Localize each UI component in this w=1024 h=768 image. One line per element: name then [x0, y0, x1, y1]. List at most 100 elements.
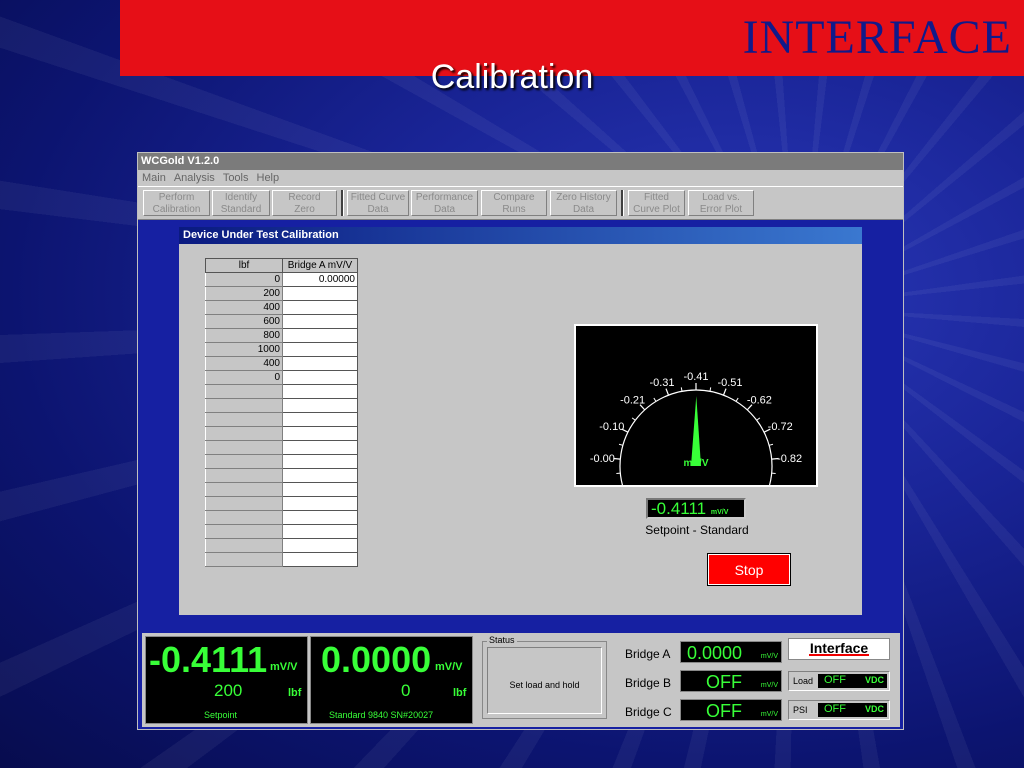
menu-analysis[interactable]: Analysis [174, 172, 215, 184]
meter-dial: 0.10-0.00-0.10-0.21-0.31-0.41-0.51-0.62-… [590, 371, 802, 485]
table-row [205, 440, 358, 455]
perform-calibration-button[interactable]: Perform Calibration [143, 190, 210, 216]
table-row: 600 [205, 314, 358, 329]
bridge-a-label: Bridge A [625, 647, 671, 661]
bottom-status-panel: -0.4111 mV/V 200 lbf Setpoint 0.0000 mV/… [142, 633, 900, 727]
performance-data-button[interactable]: Performance Data [411, 190, 478, 216]
setpoint-load: 200 [214, 681, 243, 700]
grid-cell-bridge-a[interactable] [282, 314, 358, 329]
table-row [205, 538, 358, 553]
grid-cell-bridge-a[interactable] [282, 552, 358, 567]
fitted-curve-data-button[interactable]: Fitted Curve Data [347, 190, 409, 216]
grid-cell-bridge-a[interactable] [282, 356, 358, 371]
grid-cell-bridge-a[interactable] [282, 538, 358, 553]
table-row [205, 398, 358, 413]
grid-cell-lbf [205, 538, 283, 553]
zero-history-data-button[interactable]: Zero History Data [550, 190, 617, 216]
standard-load-unit: lbf [453, 687, 467, 699]
meter-unit-label: mV/V [683, 458, 708, 469]
record-zero-button[interactable]: Record Zero [272, 190, 337, 216]
load-indicator: Load OFF VDC [788, 671, 890, 691]
bridge-c-unit: mV/V [760, 711, 778, 718]
setpoint-load-unit: lbf [288, 687, 302, 699]
load-vs-error-plot-button[interactable]: Load vs. Error Plot [688, 190, 754, 216]
grid-cell-bridge-a[interactable] [282, 342, 358, 357]
identify-standard-button[interactable]: Identify Standard [212, 190, 270, 216]
grid-cell-lbf [205, 384, 283, 399]
grid-cell-bridge-a[interactable] [282, 496, 358, 511]
table-row [205, 384, 358, 399]
grid-cell-bridge-a[interactable] [282, 398, 358, 413]
calibration-grid: lbf Bridge A mV/V 0 0.00000 200 400 600 800 10… [205, 258, 358, 567]
bridge-a-unit: mV/V [760, 653, 778, 660]
table-row: 0 0.00000 [205, 272, 358, 287]
standard-caption: Standard 9840 SN#20027 [329, 710, 434, 720]
standard-value: 0.0000 [321, 639, 432, 680]
table-row: 1000 [205, 342, 358, 357]
load-unit: VDC [864, 675, 884, 685]
grid-cell-bridge-a[interactable] [282, 482, 358, 497]
standard-load: 0 [401, 681, 411, 700]
grid-cell-lbf [205, 440, 283, 455]
grid-cell-bridge-a[interactable] [282, 454, 358, 469]
bridge-a-display: 0.0000 mV/V [680, 641, 782, 663]
grid-cell-bridge-a[interactable] [282, 426, 358, 441]
setpoint-value: -0.4111 [149, 639, 268, 680]
meter-minor-tick [618, 443, 624, 446]
grid-cell-lbf [205, 454, 283, 469]
table-row [205, 426, 358, 441]
stop-button[interactable]: Stop [707, 553, 791, 586]
grid-cell-bridge-a[interactable] [282, 468, 358, 483]
grid-cell-lbf: 0 [205, 370, 283, 385]
bridge-b-label: Bridge B [625, 676, 672, 690]
menu-help[interactable]: Help [257, 172, 280, 184]
setpoint-display: -0.4111 mV/V 200 lbf Setpoint [145, 636, 308, 724]
grid-cell-bridge-a[interactable] [282, 524, 358, 539]
meter-tick-label: -0.31 [649, 377, 674, 389]
meter-minor-tick [709, 387, 712, 392]
menu-tools[interactable]: Tools [223, 172, 249, 184]
grid-cell-bridge-a[interactable] [282, 384, 358, 399]
bridge-b-value: OFF [706, 672, 742, 692]
menu-main[interactable]: Main [142, 172, 166, 184]
banner-text: INTERFACE [742, 11, 1012, 64]
psi-value: OFF [824, 703, 846, 715]
meter-tick-label: -0.51 [717, 377, 742, 389]
table-row: 200 [205, 286, 358, 301]
meter-minor-tick [680, 387, 683, 392]
table-row [205, 468, 358, 483]
grid-header-bridge-a: Bridge A mV/V [282, 258, 358, 273]
meter-minor-tick [653, 397, 657, 402]
toolbar-separator [621, 190, 624, 216]
grid-cell-bridge-a[interactable] [282, 328, 358, 343]
meter-needle [691, 396, 701, 467]
grid-cell-lbf: 0 [205, 272, 283, 287]
compare-runs-button[interactable]: Compare Runs [481, 190, 547, 216]
grid-cell-bridge-a[interactable] [282, 510, 358, 525]
readout-unit: mV/V [710, 509, 729, 516]
grid-cell-bridge-a[interactable] [282, 370, 358, 385]
standard-unit: mV/V [435, 661, 463, 673]
calibration-window-title: Device Under Test Calibration [179, 227, 862, 244]
grid-cell-lbf: 400 [205, 300, 283, 315]
status-legend: Status [487, 635, 517, 645]
bridge-panel: Bridge A 0.0000 mV/V Bridge B OFF mV/V B… [617, 633, 902, 727]
grid-cell-lbf [205, 426, 283, 441]
load-display: OFF VDC [818, 674, 887, 688]
logo-underline [809, 654, 869, 656]
grid-cell-lbf [205, 468, 283, 483]
interface-logo: Interface [788, 638, 890, 660]
table-row [205, 552, 358, 567]
grid-cell-bridge-a[interactable]: 0.00000 [282, 272, 358, 287]
status-text: Set load and hold [487, 647, 602, 714]
fitted-curve-plot-button[interactable]: Fitted Curve Plot [628, 190, 685, 216]
grid-cell-bridge-a[interactable] [282, 300, 358, 315]
grid-cell-bridge-a[interactable] [282, 440, 358, 455]
grid-cell-lbf [205, 412, 283, 427]
setpoint-unit: mV/V [270, 661, 298, 673]
grid-cell-bridge-a[interactable] [282, 412, 358, 427]
grid-cell-bridge-a[interactable] [282, 286, 358, 301]
bridge-c-value: OFF [706, 701, 742, 721]
setpoint-caption: Setpoint [204, 710, 238, 720]
table-row: 400 [205, 356, 358, 371]
